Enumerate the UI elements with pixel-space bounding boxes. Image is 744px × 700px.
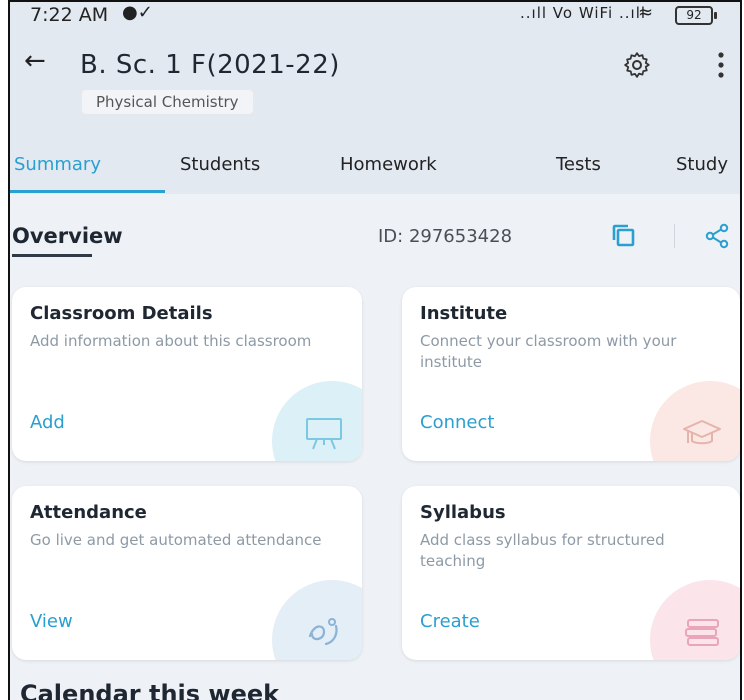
more-menu-icon[interactable]: [716, 50, 726, 80]
card-description: Go live and get automated attendance: [30, 531, 322, 549]
connect-link[interactable]: Connect: [420, 412, 494, 433]
card-title: Institute: [420, 303, 508, 324]
copy-icon[interactable]: [610, 222, 638, 250]
notification-icons: ●✓: [122, 2, 153, 23]
app-header: 7:22 AM ●✓ ..ıll Vo WiFi ..ıll ≈ 92 ← B.…: [10, 2, 740, 128]
page-title: B. Sc. 1 F(2021-22): [80, 50, 340, 80]
add-link[interactable]: Add: [30, 412, 65, 433]
subject-chip: Physical Chemistry: [82, 90, 253, 114]
status-time: 7:22 AM: [30, 4, 109, 26]
attendance-icon: [308, 618, 338, 646]
card-institute[interactable]: Institute Connect your classroom with yo…: [402, 287, 740, 461]
card-title: Classroom Details: [30, 303, 213, 324]
card-title: Syllabus: [420, 502, 506, 523]
create-link[interactable]: Create: [420, 611, 480, 632]
tab-tests[interactable]: Tests: [556, 154, 601, 175]
overview-underline: [12, 254, 92, 257]
status-bar: 7:22 AM ●✓ ..ıll Vo WiFi ..ıll ≈ 92: [10, 2, 740, 30]
tab-students[interactable]: Students: [180, 154, 260, 175]
screen: 7:22 AM ●✓ ..ıll Vo WiFi ..ıll ≈ 92 ← B.…: [8, 0, 742, 700]
tab-bar: Summary Students Homework Tests Study: [10, 128, 740, 194]
card-description: Connect your classroom with your institu…: [420, 332, 677, 371]
share-icon[interactable]: [704, 222, 730, 250]
graduation-cap-icon: [683, 420, 721, 445]
view-link[interactable]: View: [30, 611, 73, 632]
calendar-section-title: Calendar this week: [20, 680, 280, 700]
network-indicator: ..ıll Vo WiFi ..ıll: [520, 4, 647, 22]
battery-indicator: 92: [675, 6, 717, 25]
wifi-icon: ≈: [638, 2, 654, 23]
tab-study[interactable]: Study: [676, 154, 728, 175]
card-description: Add information about this classroom: [30, 332, 312, 350]
card-attendance[interactable]: Attendance Go live and get automated att…: [12, 486, 362, 660]
whiteboard-icon: [306, 418, 342, 450]
divider: [674, 224, 675, 248]
overview-title: Overview: [12, 224, 123, 248]
overview-section: Overview ID: 297653428: [10, 194, 740, 280]
card-title: Attendance: [30, 502, 147, 523]
active-tab-indicator: [10, 190, 165, 193]
classroom-id: ID: 297653428: [378, 226, 513, 247]
card-description: Add class syllabus for structured teachi…: [420, 531, 665, 570]
tab-homework[interactable]: Homework: [340, 154, 437, 175]
back-arrow-icon[interactable]: ←: [24, 46, 46, 76]
tab-summary[interactable]: Summary: [14, 154, 101, 175]
books-icon: [685, 619, 719, 646]
card-classroom-details[interactable]: Classroom Details Add information about …: [12, 287, 362, 461]
card-syllabus[interactable]: Syllabus Add class syllabus for structur…: [402, 486, 740, 660]
gear-icon[interactable]: [622, 50, 652, 80]
